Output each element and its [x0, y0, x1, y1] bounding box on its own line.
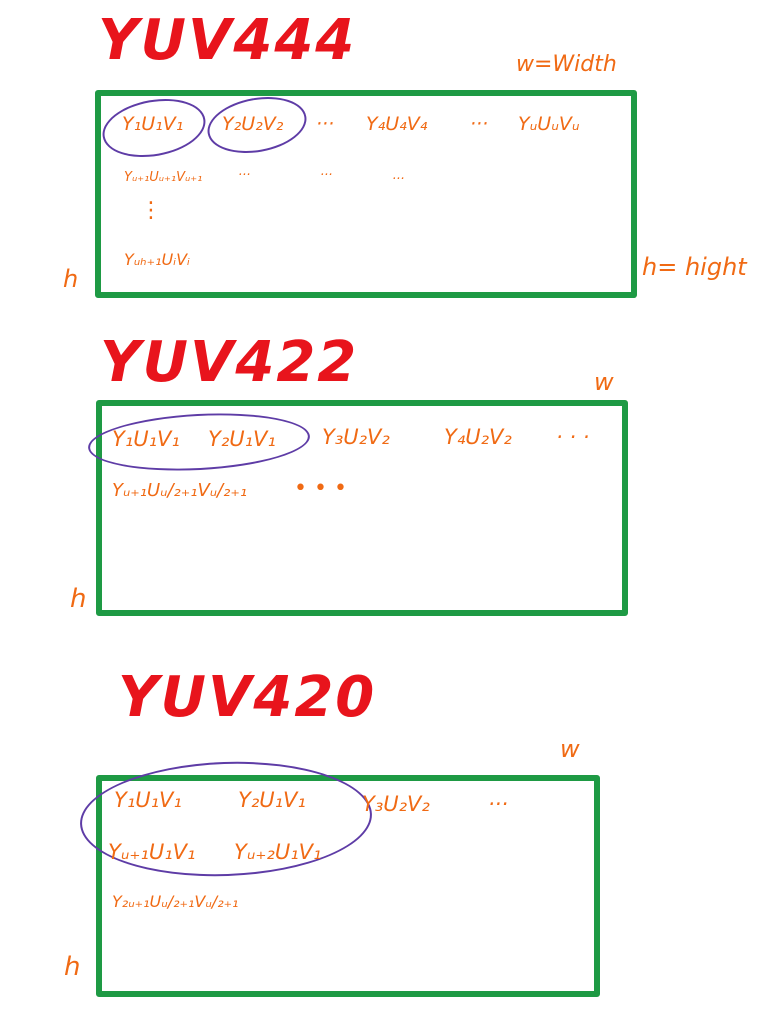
- ellipsis: ···: [470, 113, 489, 135]
- pixel-label: Y₂U₁V₁: [208, 427, 276, 451]
- pixel-label: Yᵤₕ₊₁UᵢVᵢ: [124, 250, 190, 269]
- whiteboard-canvas: YUV444 w=Width Y₁U₁V₁ Y₂U₂V₂ ··· Y₄U₄V₄ …: [0, 0, 767, 1011]
- ellipsis: ···: [316, 113, 335, 135]
- panel-title: YUV444: [98, 8, 357, 73]
- ellipsis: ···: [320, 168, 333, 183]
- pixel-label: Y₁U₁V₁: [122, 113, 184, 135]
- width-label: w: [560, 735, 580, 763]
- pixel-label: YᵤUᵤVᵤ: [518, 113, 580, 135]
- pixel-label: Y₁U₁V₁: [114, 788, 182, 812]
- pixel-label: Y₁U₁V₁: [112, 427, 180, 451]
- pixel-label: Y₃U₂V₂: [322, 425, 390, 449]
- pixel-label: Y₄U₂V₂: [444, 425, 512, 449]
- height-label: h: [70, 584, 87, 614]
- pixel-label: Yᵤ₊₁Uᵤ₊₁Vᵤ₊₁: [124, 170, 203, 185]
- pixel-label: Y₂ᵤ₊₁Uᵤ/₂₊₁Vᵤ/₂₊₁: [112, 892, 239, 911]
- ellipsis: ···: [392, 172, 405, 187]
- panel-title: YUV422: [100, 330, 359, 395]
- width-label: w=Width: [516, 52, 617, 77]
- height-label: h: [64, 952, 81, 982]
- ellipsis: ···: [488, 792, 509, 816]
- ellipsis: ···: [238, 168, 251, 183]
- pixel-label: Y₄U₄V₄: [366, 113, 428, 135]
- pixel-label: Y₂U₂V₂: [222, 113, 284, 135]
- pixel-label: Yᵤ₊₁Uᵤ/₂₊₁Vᵤ/₂₊₁: [112, 480, 248, 501]
- width-label: w: [594, 368, 614, 396]
- pixel-label: Yᵤ₊₂U₁V₁: [234, 840, 322, 864]
- height-label: h= hight: [642, 253, 747, 281]
- vertical-ellipsis: ⋮: [140, 198, 162, 223]
- panel-title: YUV420: [118, 665, 377, 730]
- ellipsis: • • •: [294, 476, 347, 501]
- pixel-label: Y₂U₁V₁: [238, 788, 306, 812]
- pixel-label: Y₃U₂V₂: [362, 792, 430, 816]
- pixel-label: Yᵤ₊₁U₁V₁: [108, 840, 196, 864]
- ellipsis: · · ·: [556, 425, 590, 449]
- height-label: h: [63, 265, 79, 293]
